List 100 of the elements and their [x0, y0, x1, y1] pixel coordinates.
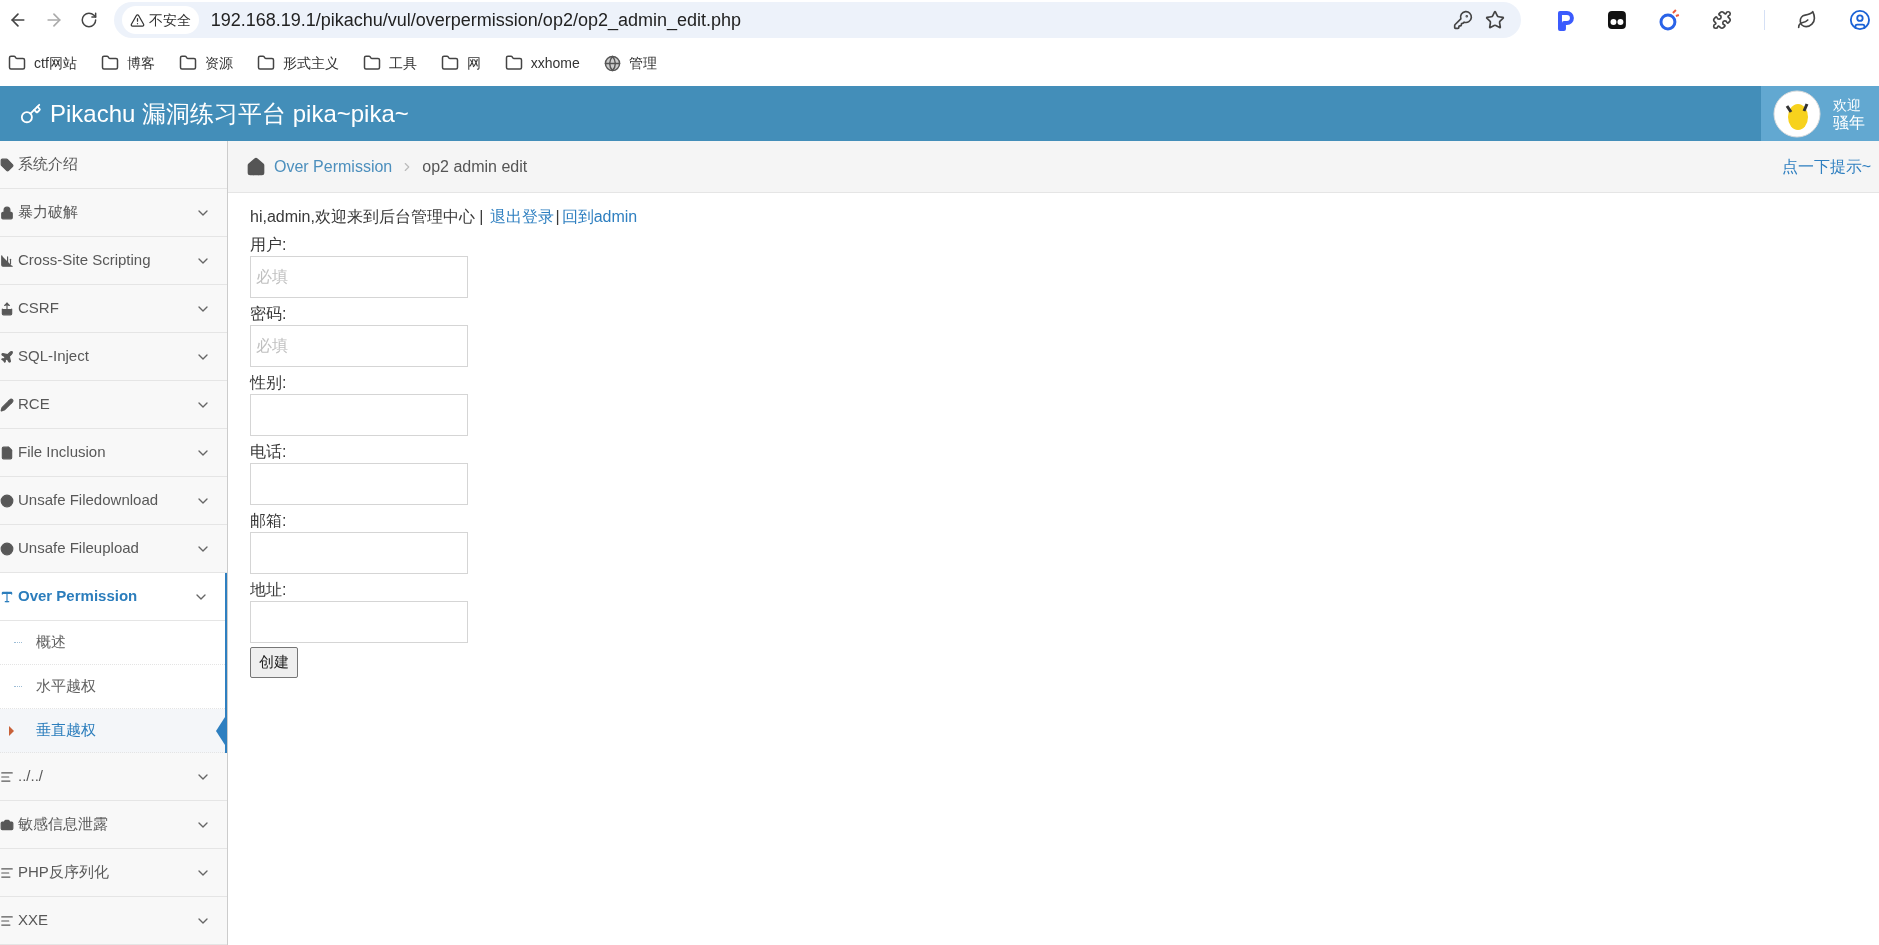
menu-icon: [0, 541, 14, 556]
menu-label: Unsafe Filedownload: [18, 490, 160, 511]
menu-icon: [0, 817, 14, 832]
profile-icon[interactable]: [1849, 9, 1871, 31]
field-label: 电话:: [250, 442, 288, 462]
menu-icon: [0, 769, 14, 784]
tree-line: [14, 686, 22, 687]
menu-label: PHP反序列化: [18, 862, 110, 883]
field-label: 地址:: [250, 580, 288, 600]
bookmark[interactable]: ctf网站: [8, 52, 77, 74]
input-field[interactable]: [250, 463, 468, 505]
menu-label: RCE: [18, 394, 51, 415]
leaf-icon[interactable]: [1797, 10, 1818, 30]
sidebar-item[interactable]: XXE: [0, 897, 227, 945]
menu-icon: [0, 865, 14, 880]
submenu-item[interactable]: 垂直越权: [0, 709, 225, 753]
sidebar-item[interactable]: RCE: [0, 381, 227, 429]
menu-icon: [0, 397, 14, 412]
bookmark[interactable]: xxhome: [504, 52, 580, 74]
field-label: 邮箱:: [250, 511, 288, 531]
menu-icon: [0, 301, 14, 316]
bookmark[interactable]: 管理: [603, 52, 657, 74]
sidebar-item[interactable]: CSRF: [0, 285, 227, 333]
bookmark[interactable]: 网: [440, 52, 481, 74]
menu-label: 系统介绍: [18, 154, 79, 175]
input-field[interactable]: [250, 394, 468, 436]
folder-icon: [504, 54, 523, 72]
sidebar-item[interactable]: Unsafe Filedownload: [0, 477, 227, 525]
menu-label: Unsafe Fileupload: [18, 538, 140, 559]
input-field[interactable]: 必填: [250, 256, 468, 298]
folder-icon: [178, 54, 197, 72]
field-label: 密码:: [250, 304, 288, 324]
menu-icon: [0, 157, 14, 172]
menu-icon: [0, 205, 14, 220]
folder-icon: [362, 54, 381, 72]
sidebar-item[interactable]: File Inclusion: [0, 429, 227, 477]
menu-label: CSRF: [18, 298, 60, 319]
menu-label: Cross-Site Scripting: [18, 250, 152, 271]
home-icon[interactable]: [246, 156, 266, 177]
menu-icon: [0, 493, 14, 508]
menu-label: Over Permission: [18, 586, 139, 607]
menu-label: XXE: [18, 910, 49, 931]
site-title: Pikachu 漏洞练习平台 pika~pika~: [50, 98, 410, 129]
avatar-icon: [1773, 89, 1821, 138]
menu-label: 暴力破解: [18, 202, 79, 223]
welcome-message: hi,admin,欢迎来到后台管理中心 |: [250, 207, 484, 227]
sidebar-item[interactable]: 暴力破解: [0, 189, 227, 237]
field-label: 用户:: [250, 235, 288, 255]
menu-icon: [0, 589, 14, 604]
sidebar-item[interactable]: Unsafe Fileupload: [0, 525, 227, 573]
sidebar-item[interactable]: PHP反序列化: [0, 849, 227, 897]
key-icon[interactable]: [1452, 10, 1473, 30]
input-field[interactable]: 必填: [250, 325, 468, 367]
reload-icon[interactable]: [79, 11, 98, 29]
folder-icon: [100, 54, 119, 72]
folder-icon: [256, 54, 275, 72]
back-to-admin-link[interactable]: 回到admin: [561, 205, 638, 229]
breadcrumb-current: op2 admin edit: [422, 156, 528, 177]
security-chip[interactable]: 不安全: [121, 6, 199, 34]
create-button[interactable]: 创建: [250, 647, 298, 678]
key-icon: [20, 102, 42, 125]
menu-label: File Inclusion: [18, 442, 107, 463]
menu-label: SQL-Inject: [18, 346, 90, 367]
input-field[interactable]: [250, 601, 468, 643]
menu-icon: [0, 913, 14, 928]
field-label: 性别:: [250, 373, 288, 393]
menu-icon: [0, 445, 14, 460]
sidebar-item[interactable]: Cross-Site Scripting: [0, 237, 227, 285]
bookmark[interactable]: 资源: [178, 52, 233, 74]
input-field[interactable]: [250, 532, 468, 574]
warning-icon: [129, 12, 145, 28]
url-text: 192.168.19.1/pikachu/vul/overpermission/op2/op2_admin_edit.php: [210, 8, 743, 33]
submenu-item[interactable]: 概述: [0, 621, 225, 665]
sidebar-item[interactable]: 敏感信息泄露: [0, 801, 227, 849]
menu-label: ../../: [18, 766, 44, 787]
bookmark[interactable]: 形式主义: [256, 52, 339, 74]
user-name: 骚年: [1833, 113, 1865, 132]
sidebar-item[interactable]: ../../: [0, 753, 227, 801]
caret-icon: [9, 725, 14, 736]
address-bar[interactable]: 不安全 192.168.19.1/pikachu/vul/overpermission/op2/op2_admin_edit.php: [113, 2, 1521, 38]
hint-link[interactable]: 点一下提示~: [1781, 154, 1871, 179]
globe-icon: [603, 54, 621, 72]
tree-line: [14, 642, 22, 643]
extension-icon[interactable]: [1606, 10, 1627, 30]
logout-link[interactable]: 退出登录: [489, 205, 554, 229]
bookmark[interactable]: 工具: [362, 52, 417, 74]
link-separator: |: [555, 207, 560, 227]
submenu-item[interactable]: 水平越权: [0, 665, 225, 709]
welcome-text: 欢迎: [1833, 95, 1862, 114]
menu-label: 敏感信息泄露: [18, 814, 109, 835]
star-icon[interactable]: [1484, 10, 1505, 30]
menu-icon: [0, 253, 14, 268]
bookmark[interactable]: 博客: [100, 52, 155, 74]
folder-icon: [8, 54, 26, 72]
puzzle-icon[interactable]: [1712, 10, 1733, 30]
folder-icon: [440, 54, 459, 72]
sidebar-item[interactable]: Over Permission: [0, 573, 225, 621]
sidebar-item[interactable]: 系统介绍: [0, 141, 227, 189]
sidebar-item[interactable]: SQL-Inject: [0, 333, 227, 381]
menu-icon: [0, 349, 14, 364]
